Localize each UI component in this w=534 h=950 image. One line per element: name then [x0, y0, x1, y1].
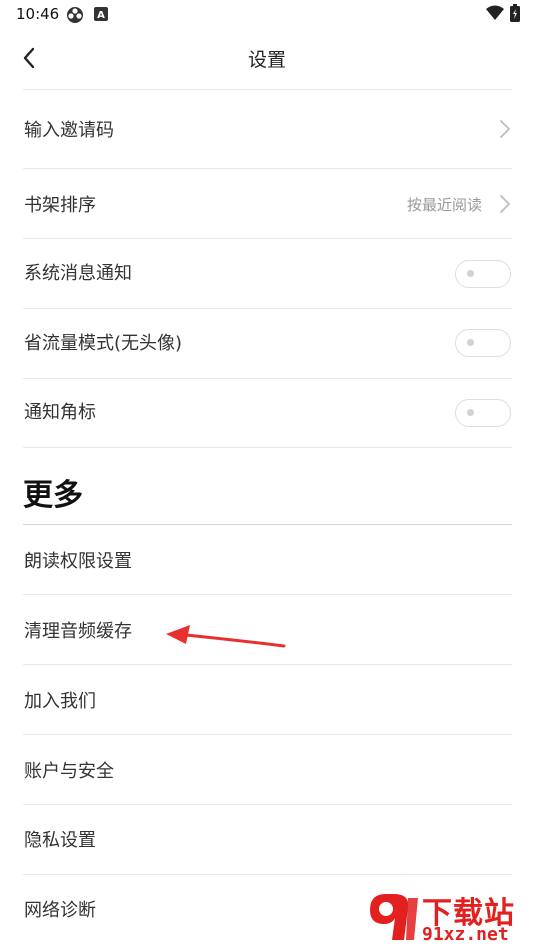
status-bar: 10:46 A: [0, 0, 534, 28]
row-system-notify: 系统消息通知: [0, 239, 534, 308]
row-read-aloud-permission[interactable]: 朗读权限设置: [0, 525, 534, 594]
row-label: 朗读权限设置: [24, 551, 132, 572]
row-label: 网络诊断: [24, 900, 96, 921]
row-clear-audio-cache[interactable]: 清理音频缓存: [0, 595, 534, 664]
watermark-logo-icon: [370, 894, 418, 940]
row-data-saver: 省流量模式(无头像): [0, 309, 534, 378]
row-label-shelf-sort: 书架排序: [24, 195, 96, 216]
row-label-system-notify: 系统消息通知: [24, 263, 132, 284]
row-shelf-sort[interactable]: 书架排序 按最近阅读: [0, 169, 534, 238]
row-label: 账户与安全: [24, 761, 114, 782]
wifi-icon: [486, 5, 504, 25]
divider: [23, 447, 512, 448]
row-label-data-saver: 省流量模式(无头像): [24, 333, 183, 354]
toggle-knob: [467, 270, 474, 277]
chevron-right-icon: [500, 195, 510, 213]
chevron-right-icon: [500, 120, 510, 138]
row-label: 加入我们: [24, 691, 96, 712]
row-label-invite-code: 输入邀请码: [24, 120, 114, 141]
row-label: 隐私设置: [24, 830, 96, 851]
badge-notify-toggle[interactable]: [455, 399, 511, 427]
row-invite-code[interactable]: 输入邀请码: [0, 90, 534, 168]
row-account-security[interactable]: 账户与安全: [0, 735, 534, 804]
shelf-sort-value: 按最近阅读: [406, 196, 482, 214]
data-saver-toggle[interactable]: [455, 329, 511, 357]
system-notify-toggle[interactable]: [455, 260, 511, 288]
row-privacy-settings[interactable]: 隐私设置: [0, 805, 534, 874]
status-right-icons: [486, 4, 520, 26]
watermark: 下载站 91xz.net: [354, 886, 534, 950]
svg-text:A: A: [97, 10, 105, 21]
toggle-knob: [467, 409, 474, 416]
row-join-us[interactable]: 加入我们: [0, 665, 534, 734]
status-time: 10:46: [16, 5, 60, 23]
toggle-knob: [467, 339, 474, 346]
page-title: 设置: [247, 49, 286, 71]
battery-icon: [510, 4, 520, 26]
row-label-badge-notify: 通知角标: [24, 402, 96, 423]
row-badge-notify: 通知角标: [0, 379, 534, 448]
section-title-more: 更多: [23, 478, 83, 513]
clover-icon: [66, 6, 84, 28]
font-a-icon: A: [94, 6, 108, 25]
row-label: 清理音频缓存: [24, 621, 132, 642]
header: 设置: [0, 28, 534, 88]
watermark-url: 91xz.net: [422, 924, 509, 945]
